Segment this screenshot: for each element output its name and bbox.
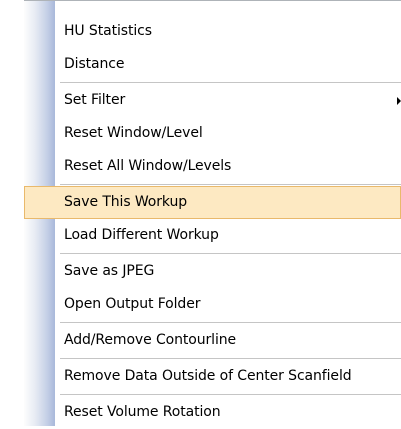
menu-item-open-output-folder[interactable]: Open Output Folder <box>24 288 401 321</box>
menu-item-label: Reset Volume Rotation <box>64 404 221 420</box>
menu-item-label: Distance <box>64 56 125 72</box>
menu-item-label: Save as JPEG <box>64 263 155 279</box>
menu-item-set-filter[interactable]: Set Filter <box>24 84 401 117</box>
menu-item-add-remove-contourline[interactable]: Add/Remove Contourline <box>24 324 401 357</box>
submenu-arrow-icon <box>397 97 401 105</box>
menu-item-remove-data-outside-center-scanfield[interactable]: Remove Data Outside of Center Scanfield <box>24 360 401 393</box>
menu-item-load-different-workup[interactable]: Load Different Workup <box>24 219 401 252</box>
menu-item-label: Remove Data Outside of Center Scanfield <box>64 368 352 384</box>
menu-item-label: Add/Remove Contourline <box>64 332 237 348</box>
menu-item-save-this-workup[interactable]: Save This Workup <box>24 186 401 219</box>
menu-item-distance[interactable]: Distance <box>24 48 401 81</box>
menu-item-label: Reset All Window/Levels <box>64 158 232 174</box>
menu-items: HU Statistics Distance Set Filter Reset … <box>24 15 401 429</box>
menu-item-reset-volume-rotation[interactable]: Reset Volume Rotation <box>24 396 401 429</box>
menu-item-label: Load Different Workup <box>64 227 219 243</box>
menu-item-reset-all-window-levels[interactable]: Reset All Window/Levels <box>24 150 401 183</box>
menu-item-save-as-jpeg[interactable]: Save as JPEG <box>24 255 401 288</box>
menu-item-label: Save This Workup <box>64 194 188 210</box>
menu-item-label: Reset Window/Level <box>64 125 203 141</box>
menu-item-label: Open Output Folder <box>64 296 201 312</box>
menu-item-reset-window-level[interactable]: Reset Window/Level <box>24 117 401 150</box>
menu-item-hu-statistics[interactable]: HU Statistics <box>24 15 401 48</box>
context-menu: HU Statistics Distance Set Filter Reset … <box>24 0 401 426</box>
menu-item-label: HU Statistics <box>64 23 152 39</box>
menu-item-label: Set Filter <box>64 92 126 108</box>
